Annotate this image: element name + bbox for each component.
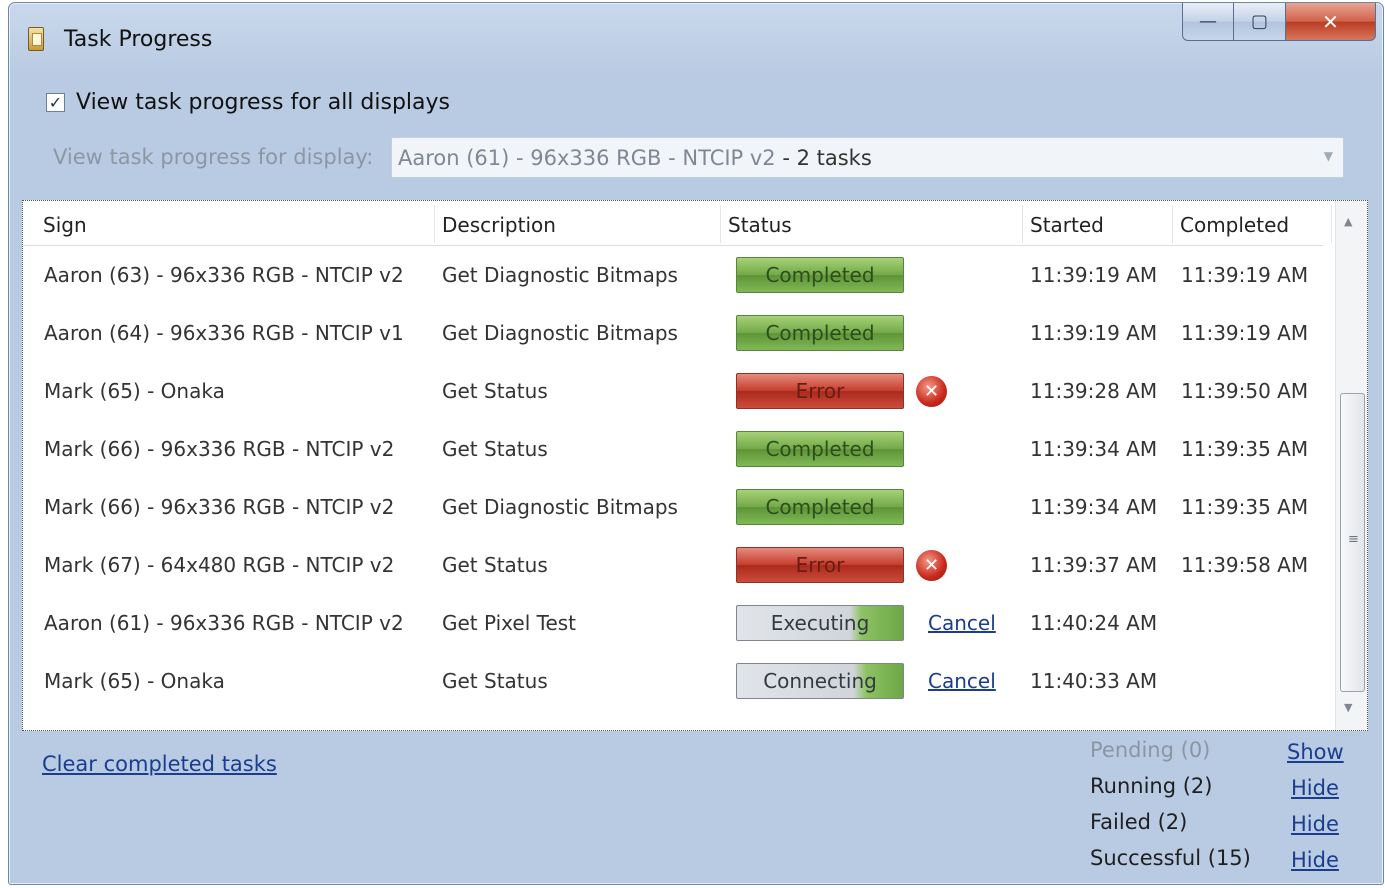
task-grid: Sign Description Status Started Complete…	[22, 200, 1368, 731]
scroll-up-icon[interactable]: ▲	[1344, 215, 1352, 228]
sign-cell: Aaron (64) - 96x336 RGB - NTCIP v1	[44, 321, 404, 345]
completed-cell: 11:39:58 AM	[1181, 553, 1309, 577]
view-all-label[interactable]: View task progress for all displays	[76, 90, 450, 115]
description-cell: Get Pixel Test	[442, 611, 577, 635]
column-header-sign[interactable]: Sign	[43, 213, 87, 237]
column-divider[interactable]	[1022, 205, 1023, 243]
started-cell: 11:39:34 AM	[1030, 495, 1158, 519]
description-cell: Get Status	[442, 553, 548, 577]
column-divider[interactable]	[1172, 205, 1173, 243]
status-completed-bar: Completed	[736, 431, 904, 467]
sign-cell: Mark (67) - 64x480 RGB - NTCIP v2	[44, 553, 395, 577]
minimize-button[interactable]: —	[1182, 3, 1234, 41]
sign-cell: Mark (66) - 96x336 RGB - NTCIP v2	[44, 495, 395, 519]
column-header-completed[interactable]: Completed	[1180, 213, 1289, 237]
table-row[interactable]: Aaron (63) - 96x336 RGB - NTCIP v2 Get D…	[23, 246, 1323, 304]
completed-cell: 11:39:35 AM	[1181, 495, 1309, 519]
grip-icon: ≡	[1348, 532, 1359, 547]
summary-successful: Successful (15)	[1090, 846, 1251, 870]
sign-cell: Mark (65) - Onaka	[44, 379, 225, 403]
cancel-link[interactable]: Cancel	[928, 611, 996, 635]
completed-cell: 11:39:19 AM	[1181, 321, 1309, 345]
status-completed-bar: Completed	[736, 315, 904, 351]
hide-failed-link[interactable]: Hide	[1291, 812, 1339, 836]
caption-buttons: — ▢ ✕	[1182, 3, 1376, 41]
description-cell: Get Diagnostic Bitmaps	[442, 321, 678, 345]
description-cell: Get Diagnostic Bitmaps	[442, 263, 678, 287]
description-cell: Get Status	[442, 669, 548, 693]
description-cell: Get Status	[442, 379, 548, 403]
display-dropdown-value: Aaron (61) - 96x336 RGB - NTCIP v2	[398, 145, 776, 170]
view-all-option[interactable]: ✓ View task progress for all displays	[46, 90, 450, 115]
started-cell: 11:39:19 AM	[1030, 263, 1158, 287]
status-executing-bar: Executing	[736, 605, 904, 641]
show-pending-link[interactable]: Show	[1287, 740, 1344, 764]
maximize-button[interactable]: ▢	[1234, 3, 1286, 41]
started-cell: 11:39:19 AM	[1030, 321, 1158, 345]
scroll-down-icon[interactable]: ▼	[1344, 701, 1352, 714]
clear-completed-link[interactable]: Clear completed tasks	[42, 752, 277, 776]
column-divider[interactable]	[434, 205, 435, 243]
column-header-status[interactable]: Status	[728, 213, 792, 237]
table-row[interactable]: Mark (66) - 96x336 RGB - NTCIP v2 Get St…	[23, 420, 1323, 478]
error-icon[interactable]: ✕	[916, 376, 947, 407]
scroll-icon	[28, 27, 44, 51]
column-header-description[interactable]: Description	[442, 213, 556, 237]
display-task-count: - 2 tasks	[775, 145, 872, 170]
description-cell: Get Diagnostic Bitmaps	[442, 495, 678, 519]
started-cell: 11:40:24 AM	[1030, 611, 1158, 635]
sign-cell: Aaron (63) - 96x336 RGB - NTCIP v2	[44, 263, 404, 287]
summary-pending: Pending (0)	[1090, 738, 1211, 762]
chevron-down-icon[interactable]: ▼	[1324, 149, 1333, 163]
close-button[interactable]: ✕	[1286, 3, 1376, 41]
summary-running: Running (2)	[1090, 774, 1213, 798]
completed-cell: 11:39:19 AM	[1181, 263, 1309, 287]
status-completed-bar: Completed	[736, 489, 904, 525]
view-all-checkbox[interactable]: ✓	[46, 93, 65, 112]
description-cell: Get Status	[442, 437, 548, 461]
completed-cell: 11:39:50 AM	[1181, 379, 1309, 403]
hide-successful-link[interactable]: Hide	[1291, 848, 1339, 872]
column-header-started[interactable]: Started	[1030, 213, 1104, 237]
status-error-bar: Error	[736, 547, 904, 583]
cancel-link[interactable]: Cancel	[928, 669, 996, 693]
sign-cell: Mark (66) - 96x336 RGB - NTCIP v2	[44, 437, 395, 461]
display-selector-row: View task progress for display: Aaron (6…	[53, 136, 1344, 178]
grid-header: Sign Description Status Started Complete…	[23, 201, 1332, 246]
title-bar[interactable]: Task Progress — ▢ ✕	[9, 3, 1383, 73]
scrollbar-thumb[interactable]: ≡	[1340, 393, 1365, 692]
table-row[interactable]: Mark (67) - 64x480 RGB - NTCIP v2 Get St…	[23, 536, 1323, 594]
hide-running-link[interactable]: Hide	[1291, 776, 1339, 800]
table-row[interactable]: Aaron (64) - 96x336 RGB - NTCIP v1 Get D…	[23, 304, 1323, 362]
display-label: View task progress for display:	[53, 145, 374, 169]
completed-cell: 11:39:35 AM	[1181, 437, 1309, 461]
table-row[interactable]: Mark (65) - Onaka Get Status Connecting …	[23, 652, 1323, 710]
window-title: Task Progress	[64, 27, 213, 52]
table-row[interactable]: Mark (65) - Onaka Get Status Error ✕ 11:…	[23, 362, 1323, 420]
vertical-scrollbar[interactable]: ▲ ≡ ▼	[1335, 201, 1367, 730]
status-error-bar: Error	[736, 373, 904, 409]
display-dropdown[interactable]: Aaron (61) - 96x336 RGB - NTCIP v2 - 2 t…	[391, 136, 1344, 178]
sign-cell: Mark (65) - Onaka	[44, 669, 225, 693]
started-cell: 11:39:28 AM	[1030, 379, 1158, 403]
status-completed-bar: Completed	[736, 257, 904, 293]
column-divider[interactable]	[1331, 205, 1332, 243]
started-cell: 11:39:34 AM	[1030, 437, 1158, 461]
started-cell: 11:40:33 AM	[1030, 669, 1158, 693]
table-row[interactable]: Aaron (61) - 96x336 RGB - NTCIP v2 Get P…	[23, 594, 1323, 652]
summary-failed: Failed (2)	[1090, 810, 1188, 834]
error-icon[interactable]: ✕	[916, 550, 947, 581]
table-row[interactable]: Mark (66) - 96x336 RGB - NTCIP v2 Get Di…	[23, 478, 1323, 536]
sign-cell: Aaron (61) - 96x336 RGB - NTCIP v2	[44, 611, 404, 635]
status-connecting-bar: Connecting	[736, 663, 904, 699]
started-cell: 11:39:37 AM	[1030, 553, 1158, 577]
column-divider[interactable]	[720, 205, 721, 243]
